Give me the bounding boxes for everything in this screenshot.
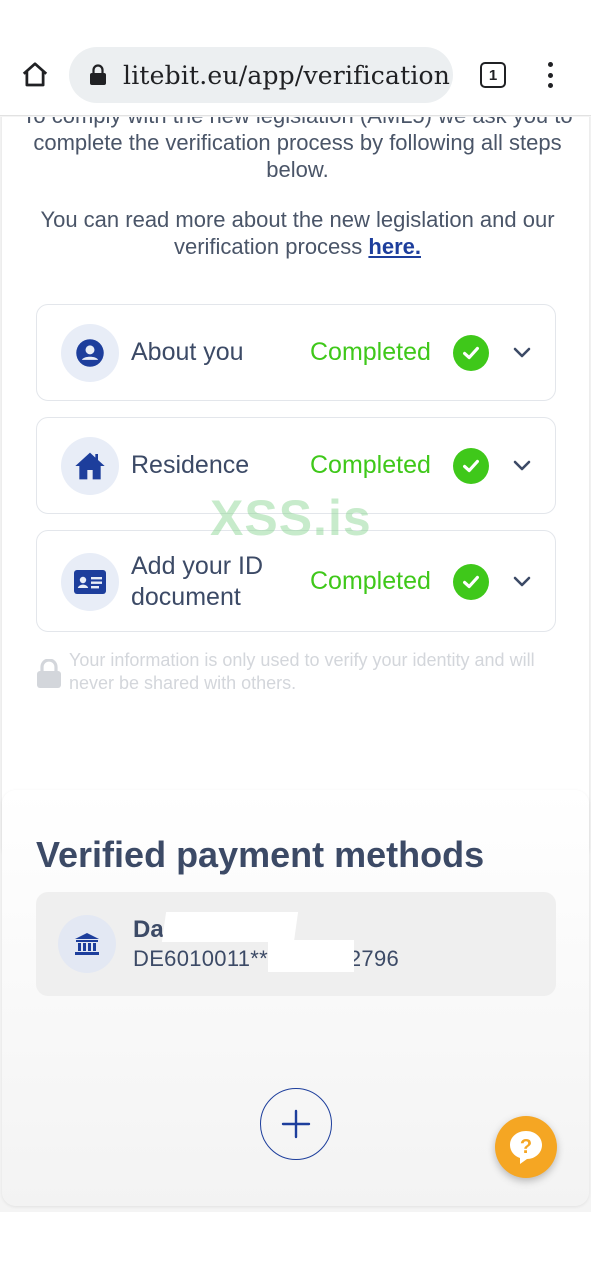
account-iban: DE6010011*** 2796 — [133, 946, 399, 972]
navigation-bar — [0, 1212, 591, 1280]
browser-toolbar: litebit.eu/app/verification 1 — [0, 0, 591, 116]
here-link[interactable]: here. — [368, 234, 421, 259]
redaction — [161, 912, 299, 942]
privacy-note: Your information is only used to verify … — [36, 649, 556, 701]
tabs-button[interactable]: 1 — [480, 62, 506, 88]
address-bar[interactable]: litebit.eu/app/verification — [69, 47, 453, 103]
bank-icon — [58, 915, 116, 973]
svg-text:?: ? — [520, 1136, 532, 1158]
step-label: Add your ID document — [131, 552, 264, 611]
step-label: About you — [131, 338, 244, 366]
help-chat-button[interactable]: ? — [495, 1116, 557, 1178]
section-title: Verified payment methods — [36, 834, 485, 875]
step-status: Completed — [310, 451, 431, 479]
more-vert-icon[interactable] — [540, 60, 560, 90]
tab-count: 1 — [488, 66, 498, 84]
plus-icon — [281, 1109, 311, 1139]
step-label: Residence — [131, 451, 250, 479]
watermark: XSS.is — [210, 490, 372, 546]
home-button[interactable] — [18, 58, 52, 92]
chevron-down-icon[interactable] — [511, 455, 533, 477]
legislation-text: You can read more about the new legislat… — [22, 206, 573, 260]
redaction — [268, 940, 354, 972]
help-icon: ? — [510, 1131, 542, 1164]
user-icon — [61, 324, 119, 382]
payment-method-item[interactable]: Da DE6010011*** 2796 — [36, 892, 556, 996]
chevron-down-icon[interactable] — [511, 571, 533, 593]
lock-icon — [89, 63, 109, 87]
iban-end: 2796 — [348, 946, 400, 971]
iban-start: DE6010011*** — [133, 946, 277, 971]
page-content: To comply with the new legislation (AML5… — [0, 117, 591, 1212]
id-card-icon — [61, 553, 119, 611]
url-text: litebit.eu/app/verification — [123, 60, 451, 90]
account-name: Da — [133, 916, 164, 943]
verification-card: To comply with the new legislation (AML5… — [2, 117, 589, 860]
home-icon — [22, 62, 48, 87]
status-bar — [0, 0, 591, 30]
step-about-you[interactable]: About you Completed — [36, 304, 556, 401]
privacy-text: Your information is only used to verify … — [69, 650, 535, 693]
chevron-down-icon[interactable] — [511, 342, 533, 364]
add-payment-method-button[interactable] — [260, 1088, 332, 1160]
lock-icon — [37, 659, 61, 688]
home-icon — [61, 437, 119, 495]
check-icon — [453, 335, 489, 371]
step-status: Completed — [310, 567, 431, 595]
intro-text: To comply with the new legislation (AML5… — [22, 117, 572, 182]
step-status: Completed — [310, 338, 431, 366]
check-icon — [453, 564, 489, 600]
check-icon — [453, 448, 489, 484]
legislation-text-prefix: You can read more about the new legislat… — [40, 207, 555, 259]
